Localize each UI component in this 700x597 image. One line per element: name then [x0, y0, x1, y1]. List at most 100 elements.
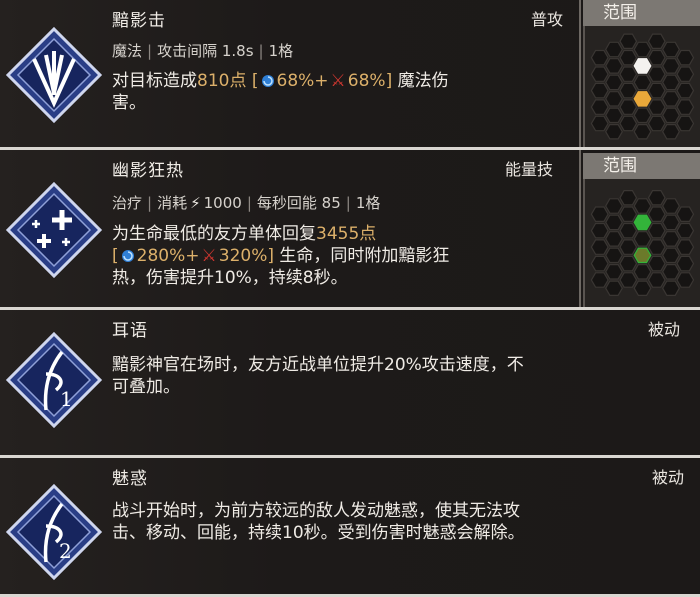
range-hex-cell [633, 74, 652, 91]
range-hex-cell [662, 91, 680, 107]
feather-rune-1-icon: 1 [4, 330, 104, 430]
range-hex-cell [619, 66, 638, 82]
desc-value: 3455点 [316, 224, 377, 244]
skill-name: 耳语 [112, 321, 148, 341]
range-hex-cell [647, 49, 666, 66]
range-hex-cell [619, 239, 638, 255]
desc-text: 生命，同时附加黯影狂 [279, 246, 450, 266]
range-hex-cell [662, 74, 680, 91]
range-hex-cell [619, 272, 638, 288]
range-hex-cell [633, 198, 652, 214]
range-hex-cell [662, 107, 680, 124]
range-hex-cell [619, 115, 638, 132]
meta-range: 1格 [355, 194, 381, 212]
range-hex-cell [662, 247, 680, 264]
range-hex-cell [676, 82, 695, 99]
desc-text: 热，伤害提升10%，持续8秒。 [112, 268, 348, 288]
range-hex-cell [647, 239, 666, 255]
range-hex-cell [605, 58, 623, 74]
range-hex-cell [590, 239, 609, 255]
range-hex-cell [676, 255, 695, 272]
range-hex-cell [605, 247, 623, 264]
range-hex-cell [590, 99, 609, 115]
range-hex-cell [676, 239, 695, 255]
sparkle-plus-icon [4, 180, 104, 280]
divider [579, 0, 581, 147]
range-hex-cell [676, 49, 695, 66]
range-hex-cell [647, 115, 666, 132]
range-hex-cell [647, 66, 666, 82]
range-hex-cell [662, 231, 680, 247]
range-hex-cell [590, 82, 609, 99]
range-hex-grid [583, 26, 700, 147]
meta-cost-value: 1000 [203, 194, 242, 212]
range-hex-cell [605, 231, 623, 247]
skill-type: 被动 [652, 468, 685, 487]
range-hex-cell [590, 255, 609, 272]
energy-bolt-icon: ⚡ [190, 194, 201, 212]
range-hex-cell [605, 123, 623, 140]
crossed-swords-icon: ⚔ [201, 246, 217, 266]
range-hex-cell [590, 206, 609, 223]
range-hex-cell [605, 263, 623, 280]
desc-text: 害。 [112, 93, 146, 113]
range-hex-cell [662, 198, 680, 214]
desc-text: 战斗开始时，为前方较远的敌人发动魅惑，使其无法攻 [112, 501, 520, 521]
range-hex-cell [633, 123, 652, 140]
meta-effect-type: 治疗 [112, 194, 143, 212]
range-hex-cell [676, 272, 695, 288]
skill-name: 魅惑 [112, 469, 148, 489]
range-hex-cell [647, 272, 666, 288]
divider [579, 150, 581, 307]
range-hex-cell [619, 222, 638, 239]
range-hex-cell [619, 99, 638, 115]
skill-meta: 治疗 | 消耗 ⚡ 1000 | 每秒回能 85 | 1格 [112, 194, 381, 212]
range-hex-cell [633, 41, 652, 58]
skill-type: 能量技 [505, 160, 554, 179]
meta-attack-interval: 攻击间隔 1.8s [157, 42, 254, 60]
range-hex-cell [590, 222, 609, 239]
desc-text: 为生命最低的友方单体回复 [112, 224, 316, 244]
range-hex-cell [676, 115, 695, 132]
range-hex-cell [662, 214, 680, 231]
range-hex-cell [619, 190, 638, 206]
magic-swirl-icon [121, 250, 134, 262]
range-hex-cell [662, 280, 680, 297]
desc-bracket: [ [112, 246, 119, 266]
skill-name: 幽影狂热 [112, 161, 184, 181]
range-hex-cell [647, 206, 666, 223]
desc-text: 魔法伤 [397, 71, 449, 91]
range-hex-cell [676, 222, 695, 239]
range-hex-cell [662, 58, 680, 74]
skill-row-1: 黯影击 普攻 魔法 | 攻击间隔 1.8s | 1格 对目标造成810点 [68%+ ⚔ 6… [0, 0, 700, 150]
range-hex-cell [633, 280, 652, 297]
meta-range: 1格 [268, 42, 294, 60]
desc-bracket: [ [251, 71, 259, 91]
range-hex-cell [647, 82, 666, 99]
range-hex-cell [605, 107, 623, 124]
desc-value: 810点 [197, 71, 247, 91]
range-hex-cell [633, 231, 652, 247]
range-hex-cell [605, 198, 623, 214]
range-hex-cell [633, 263, 652, 280]
skill-type: 被动 [648, 320, 681, 339]
range-hex-cell [676, 99, 695, 115]
range-hex-cell [647, 255, 666, 272]
range-hex-self [633, 91, 652, 107]
range-hex-cell [633, 107, 652, 124]
range-hex-cell [647, 190, 666, 206]
skill-description: 对目标造成810点 [68%+ ⚔ 68%] 魔法伤 害。 [112, 70, 449, 114]
skill-description: 为生命最低的友方单体回复3455点 [280%+ ⚔ 320%] 生命，同时附加黯影… [112, 223, 449, 289]
skill-type: 普攻 [531, 10, 564, 29]
range-hex-cell [662, 41, 680, 58]
range-hex-target [633, 58, 652, 74]
range-hex-cell [590, 49, 609, 66]
range-hex-cell [647, 33, 666, 49]
range-hex-target [633, 214, 652, 231]
range-hex-cell [676, 206, 695, 223]
svg-text:2: 2 [59, 539, 72, 563]
crossed-swords-icon: ⚔ [330, 71, 346, 91]
meta-energy-regen: 每秒回能 85 [256, 194, 341, 212]
skill-row-4: 2 魅惑 被动 战斗开始时，为前方较远的敌人发动魅惑，使其无法攻 击、移动、回能… [0, 458, 700, 597]
range-hex-cell [647, 222, 666, 239]
